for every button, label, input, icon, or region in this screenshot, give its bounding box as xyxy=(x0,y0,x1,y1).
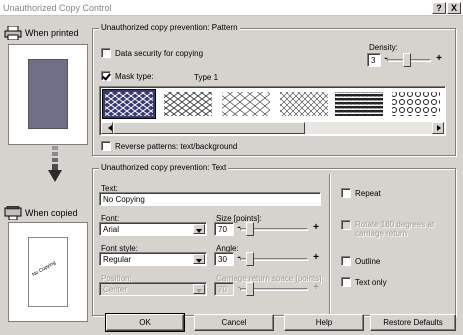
position-select[interactable]: Center xyxy=(99,282,207,296)
text-only-checkbox[interactable]: Text only xyxy=(341,277,387,287)
pattern-tile-2[interactable] xyxy=(162,90,214,118)
data-security-checkbox[interactable]: Data security for copying xyxy=(101,48,203,58)
when-copied-label: When copied xyxy=(25,208,78,218)
text-only-label: Text only xyxy=(355,277,387,287)
pattern-scrollbar[interactable] xyxy=(101,122,444,134)
mask-type-checkbox[interactable]: Mask type: xyxy=(101,71,154,81)
when-printed-label: When printed xyxy=(25,28,79,38)
carriage-return-slider[interactable]: - + xyxy=(236,282,322,296)
density-slider[interactable]: - + xyxy=(383,53,445,67)
scroll-left-button[interactable] xyxy=(101,122,113,134)
pattern-tile-6[interactable] xyxy=(390,90,442,118)
size-value-field[interactable]: 70 xyxy=(214,222,234,236)
mask-type-label: Mask type: xyxy=(115,71,154,81)
angle-thumb[interactable] xyxy=(246,252,254,266)
size-slider[interactable]: - + xyxy=(236,222,322,236)
reverse-patterns-box[interactable] xyxy=(101,141,111,151)
when-copied-header: When copied xyxy=(4,206,78,220)
angle-slider[interactable]: - + xyxy=(236,252,322,266)
help-button[interactable]: Help xyxy=(284,314,364,331)
data-security-label: Data security for copying xyxy=(115,48,204,58)
repeat-label: Repeat xyxy=(355,188,381,198)
text-input[interactable]: No Copying xyxy=(99,192,321,206)
mask-type-box[interactable] xyxy=(101,71,111,81)
density-label: Density: xyxy=(369,43,398,52)
pattern-tile-1[interactable] xyxy=(102,89,156,119)
text-group-title: Unauthorized copy prevention: Text xyxy=(99,163,229,172)
pattern-tile-5[interactable] xyxy=(333,90,385,118)
printed-preview-page xyxy=(28,59,68,129)
help-title-button[interactable]: ? xyxy=(432,2,446,14)
printed-preview xyxy=(8,44,88,145)
font-select[interactable]: Arial xyxy=(99,222,207,236)
reverse-patterns-label: Reverse patterns: text/background xyxy=(115,141,238,151)
pattern-tile-3[interactable] xyxy=(220,90,272,118)
angle-value-field[interactable]: 30 xyxy=(214,252,234,266)
cancel-button[interactable]: Cancel xyxy=(194,314,274,331)
restore-defaults-button[interactable]: Restore Defaults xyxy=(370,314,456,331)
title-bar: Unauthorized Copy Control ? X xyxy=(0,0,463,16)
mask-type-value: Type 1 xyxy=(194,73,219,82)
carriage-return-value-field[interactable]: 70 xyxy=(214,282,234,296)
rotate-label: Rotate 180 degrees at carriage return xyxy=(355,220,435,238)
density-increase[interactable]: + xyxy=(433,53,445,67)
close-title-button[interactable]: X xyxy=(447,2,461,14)
text-group-divider xyxy=(329,174,331,314)
copier-icon xyxy=(4,206,22,220)
pattern-group-title: Unauthorized copy prevention: Pattern xyxy=(99,23,240,32)
carriage-return-increase[interactable]: + xyxy=(310,282,322,296)
text-only-box[interactable] xyxy=(341,277,351,287)
window-title: Unauthorized Copy Control xyxy=(3,3,112,13)
data-security-box[interactable] xyxy=(101,48,111,58)
copied-preview-page: No Copying xyxy=(28,237,68,307)
pattern-tile-4[interactable] xyxy=(278,90,330,118)
ok-button[interactable]: OK xyxy=(105,313,185,332)
copied-preview-text: No Copying xyxy=(31,259,57,279)
font-style-select[interactable]: Regular xyxy=(99,252,207,266)
carriage-return-thumb[interactable] xyxy=(246,282,254,296)
dialog-body: When printed When copied No Copying Unau… xyxy=(0,16,463,335)
pattern-gallery[interactable] xyxy=(99,86,446,136)
rotate-box[interactable] xyxy=(341,220,351,230)
reverse-patterns-checkbox[interactable]: Reverse patterns: text/background xyxy=(101,141,237,151)
angle-increase[interactable]: + xyxy=(310,252,322,266)
printer-icon xyxy=(4,26,22,40)
density-value-field[interactable]: 3 xyxy=(367,53,381,67)
when-printed-header: When printed xyxy=(4,26,79,40)
repeat-box[interactable] xyxy=(341,188,351,198)
outline-label: Outline xyxy=(355,256,381,266)
font-dropdown-arrow[interactable] xyxy=(193,224,205,234)
scroll-thumb[interactable] xyxy=(113,122,305,134)
scroll-right-button[interactable] xyxy=(432,122,444,134)
copied-preview: No Copying xyxy=(8,222,88,322)
repeat-checkbox[interactable]: Repeat xyxy=(341,188,381,198)
position-dropdown-arrow[interactable] xyxy=(193,284,205,294)
arrow-down-icon xyxy=(48,146,62,182)
density-thumb[interactable] xyxy=(403,53,411,67)
font-style-dropdown-arrow[interactable] xyxy=(193,254,205,264)
size-increase[interactable]: + xyxy=(310,222,322,236)
size-thumb[interactable] xyxy=(246,222,254,236)
outline-checkbox[interactable]: Outline xyxy=(341,256,380,266)
rotate-checkbox[interactable]: Rotate 180 degrees at carriage return xyxy=(341,220,445,238)
outline-box[interactable] xyxy=(341,256,351,266)
